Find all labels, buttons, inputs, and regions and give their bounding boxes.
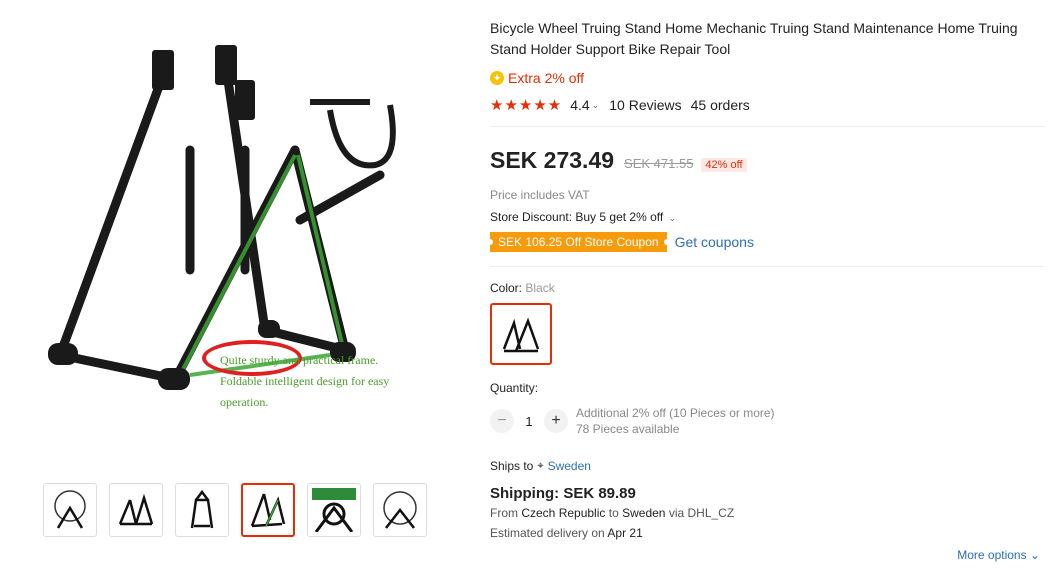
extra-off-label: Extra 2% off [508, 70, 585, 86]
get-coupons-link[interactable]: Get coupons [675, 234, 754, 250]
ship-country-link[interactable]: Sweden [548, 459, 591, 473]
location-pin-icon: ⌖ [537, 459, 544, 472]
more-options-link[interactable]: More options ⌄ [957, 548, 1040, 562]
thumbnail-1[interactable] [43, 483, 97, 537]
caption-line-1: Quite sturdy and practical frame. [220, 353, 379, 367]
rating-row: ★★★★★ 4.4 ⌄ 10 Reviews 45 orders [490, 96, 1045, 127]
original-price: SEK 471.55 [624, 156, 694, 171]
thumbnail-4-selected[interactable] [241, 483, 295, 537]
carrier: via DHL_CZ [668, 506, 735, 520]
chevron-down-icon: ⌄ [1029, 548, 1040, 562]
increase-quantity-button[interactable]: + [544, 409, 568, 433]
thumbnail-5[interactable] [307, 483, 361, 537]
reviews-link[interactable]: 10 Reviews [609, 97, 681, 113]
store-discount-label: Store Discount: Buy 5 get 2% off [490, 210, 664, 224]
rating-value[interactable]: 4.4 [570, 97, 589, 113]
bulk-discount-note: Additional 2% off (10 Pieces or more) [576, 406, 775, 420]
chevron-down-icon[interactable]: ⌄ [669, 213, 677, 223]
ships-to-label: Ships to [490, 459, 534, 473]
image-caption: Quite sturdy and practical frame. Foldab… [220, 350, 389, 413]
color-label-text: Color: [490, 281, 523, 295]
thumbnail-2[interactable] [109, 483, 163, 537]
coin-icon: ✦ [490, 71, 504, 85]
to-word: to [608, 506, 619, 520]
caption-line-3: operation. [220, 395, 269, 409]
thumbnail-3[interactable] [175, 483, 229, 537]
orders-count: 45 orders [690, 97, 750, 113]
extra-off: ✦ Extra 2% off [490, 70, 1045, 86]
caption-line-2: Foldable intelligent design for easy [220, 374, 390, 388]
thumbnail-6[interactable] [373, 483, 427, 537]
ships-to: Ships to ⌖ Sweden [490, 459, 1045, 473]
more-options-label: More options [957, 548, 1027, 562]
product-title: Bicycle Wheel Truing Stand Home Mechanic… [490, 20, 1018, 57]
store-discount[interactable]: Store Discount: Buy 5 get 2% off ⌄ [490, 210, 1045, 224]
quantity-value[interactable]: 1 [514, 414, 544, 429]
store-coupon-badge[interactable]: SEK 106.25 Off Store Coupon [487, 232, 670, 252]
color-label: Color: Black [490, 281, 1045, 295]
color-value: Black [525, 281, 555, 295]
price-row: SEK 273.49 SEK 471.55 42% off [490, 147, 1045, 174]
quantity-stepper: − 1 + Additional 2% off (10 Pieces or mo… [490, 405, 1045, 437]
shipping-cost: Shipping: SEK 89.89 [490, 485, 636, 502]
coupon-row: SEK 106.25 Off Store Coupon Get coupons [487, 232, 1045, 267]
est-date: Apr 21 [607, 526, 643, 540]
est-prefix: Estimated delivery on [490, 526, 605, 540]
from-country: Czech Republic [521, 506, 606, 520]
vat-note: Price includes VAT [490, 188, 590, 202]
from-prefix: From [490, 506, 518, 520]
product-info: Bicycle Wheel Truing Stand Home Mechanic… [487, 18, 1045, 540]
to-country: Sweden [622, 506, 666, 520]
chevron-down-icon[interactable]: ⌄ [592, 100, 600, 111]
current-price: SEK 273.49 [490, 147, 615, 173]
stock-available: 78 Pieces available [576, 422, 680, 436]
star-rating-icon: ★★★★★ [490, 97, 563, 114]
estimated-delivery: Estimated delivery on Apr 21 [490, 526, 1045, 540]
color-swatch-black[interactable] [490, 303, 552, 365]
discount-badge: 42% off [701, 158, 747, 172]
shipping-route: From Czech Republic to Sweden via DHL_CZ [490, 506, 1045, 520]
thumbnail-strip [43, 483, 427, 537]
quantity-label: Quantity: [490, 381, 539, 395]
quantity-note: Additional 2% off (10 Pieces or more) 78… [576, 405, 775, 437]
decrease-quantity-button[interactable]: − [490, 409, 514, 433]
